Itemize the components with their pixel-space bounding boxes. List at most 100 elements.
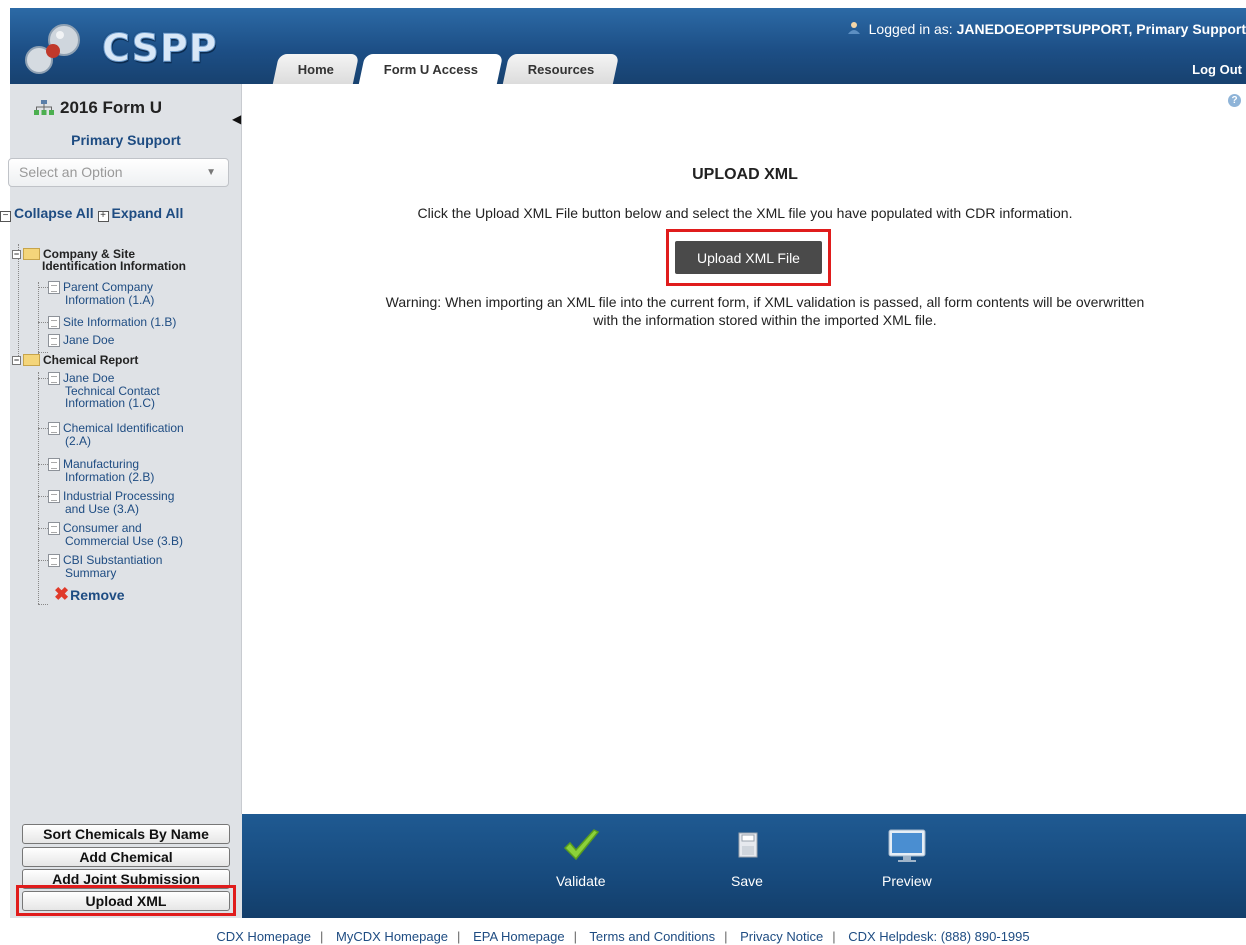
document-icon [48,522,60,535]
sidebar: 2016 Form U Primary Support Select an Op… [0,84,242,814]
tree-item-label-3: Information (1.C) [65,396,156,410]
footer-link-privacy[interactable]: Privacy Notice [740,929,823,944]
action-toolbar: Validate Save Preview [242,814,1246,918]
option-select[interactable]: Select an Option ▼ [8,158,229,187]
document-icon [48,372,60,385]
tree-group-chemical-report[interactable]: − Chemical Report [12,354,138,366]
tree-connector [38,322,48,323]
footer-separator: | [320,929,324,944]
tree-item-label-2: Information (2.B) [65,470,155,484]
footer-link-helpdesk[interactable]: CDX Helpdesk: (888) 890-1995 [848,929,1029,944]
footer-links: CDX Homepage | MyCDX Homepage | EPA Homepa… [0,918,1246,945]
tree-connector [38,378,48,379]
tree-group-label-2: Identification Information [42,259,186,273]
header-bar: CSPP Logged in as: JANEDOEOPPTSUPPORT, P… [10,8,1246,84]
footer-separator: | [832,929,836,944]
save-label: Save [731,873,763,889]
tree-item-site-information[interactable]: Site Information (1.B) [48,316,176,329]
sort-chemicals-button[interactable]: Sort Chemicals By Name [22,824,230,844]
document-icon [48,554,60,567]
tree-connector [38,560,48,561]
tree-connector [38,528,48,529]
remove-x-icon: ✖ [54,584,70,604]
sidebar-collapse-toggle[interactable]: ◀ [232,112,244,128]
tree-item-cbi-substantiation[interactable]: CBI Substantiation Summary [48,554,162,579]
tab-form-u-access[interactable]: Form U Access [358,54,504,84]
footer-separator: | [457,929,461,944]
preview-button[interactable]: Preview [882,828,932,889]
help-icon[interactable]: ? [1228,94,1241,107]
logged-in-status: Logged in as: JANEDOEOPPTSUPPORT, Primar… [847,21,1246,37]
add-chemical-button[interactable]: Add Chemical [22,847,230,867]
tree-item-chemical-identification[interactable]: Chemical Identification (2.A) [48,422,184,447]
tree-item-label: Jane Doe [63,333,115,347]
page-title: UPLOAD XML [692,166,798,183]
validate-button[interactable]: Validate [556,828,606,889]
tree-item-jane-doe[interactable]: Jane Doe [48,334,114,347]
document-icon [48,281,60,294]
tree-item-label: Manufacturing [63,457,140,471]
remove-label: Remove [70,587,125,603]
tab-home-label: Home [297,62,334,77]
document-icon [48,458,60,471]
option-select-value: Select an Option [19,164,123,180]
tree-connector [38,287,48,288]
logout-link[interactable]: Log Out [1192,62,1242,77]
footer-link-epa-homepage[interactable]: EPA Homepage [473,929,565,944]
chevron-down-icon: ▼ [206,167,216,178]
collapse-node-icon: − [12,249,21,259]
tab-home[interactable]: Home [272,54,360,84]
footer-link-cdx-homepage[interactable]: CDX Homepage [216,929,311,944]
expand-icon: + [97,211,109,222]
tree-connector [38,282,39,354]
upload-instructions: Click the Upload XML File button below a… [417,205,1073,221]
tree-item-industrial-processing[interactable]: Industrial Processing and Use (3.A) [48,490,174,515]
document-icon [48,334,60,347]
tree-group-company-site[interactable]: − Company & Site Identification Informati… [12,248,186,272]
footer-link-terms[interactable]: Terms and Conditions [589,929,715,944]
sitemap-icon [34,100,54,115]
form-title: 2016 Form U [34,98,162,118]
user-icon [847,22,860,34]
upload-xml-button[interactable]: Upload XML [22,891,230,911]
preview-label: Preview [882,873,932,889]
remove-link[interactable]: ✖Remove [54,584,125,605]
footer-separator: | [724,929,728,944]
tree-connector [38,604,48,605]
checkmark-icon [563,829,599,861]
tab-form-u-access-label: Form U Access [383,62,479,77]
folder-icon [23,354,40,366]
tree-item-parent-company[interactable]: Parent Company Information (1.A) [48,281,154,306]
save-button[interactable]: Save [730,828,764,889]
folder-icon [23,248,40,260]
main-tabs: Home Form U Access Resources [272,54,623,84]
tree-group-label: Chemical Report [43,353,139,367]
footer-link-mycdx-homepage[interactable]: MyCDX Homepage [336,929,448,944]
expand-all-link[interactable]: + Expand All [97,205,183,222]
warning-line-1: Warning: When importing an XML file into… [385,294,1145,310]
tree-controls: − Collapse All + Expand All [0,205,183,222]
document-icon [48,316,60,329]
tree-connector [38,464,48,465]
document-icon [48,490,60,503]
tree-item-label-2: Commercial Use (3.B) [65,534,184,548]
tab-resources[interactable]: Resources [503,54,620,84]
validate-label: Validate [556,873,606,889]
collapse-all-link[interactable]: − Collapse All [0,205,94,222]
sidebar-actions: Sort Chemicals By Name Add Chemical Add … [10,814,242,918]
tree-item-label: Industrial Processing [63,489,175,503]
tree-item-label: Site Information (1.B) [63,315,177,329]
collapse-node-icon: − [12,355,21,365]
collapse-all-label: Collapse All [14,205,94,221]
tree-connector [38,496,48,497]
molecule-logo-icon [25,24,80,74]
cspp-logo[interactable]: CSPP [24,20,217,78]
warning-line-2: with the information stored within the i… [593,312,937,328]
tree-item-label: Jane Doe [63,371,115,385]
tree-item-manufacturing[interactable]: Manufacturing Information (2.B) [48,458,154,483]
upload-xml-file-button[interactable]: Upload XML File [675,241,822,274]
tree-connector [38,372,39,604]
tree-item-technical-contact[interactable]: Jane Doe Technical Contact Information (… [48,372,160,409]
user-role: Primary Support [71,132,181,148]
tree-item-consumer-commercial[interactable]: Consumer and Commercial Use (3.B) [48,522,183,547]
